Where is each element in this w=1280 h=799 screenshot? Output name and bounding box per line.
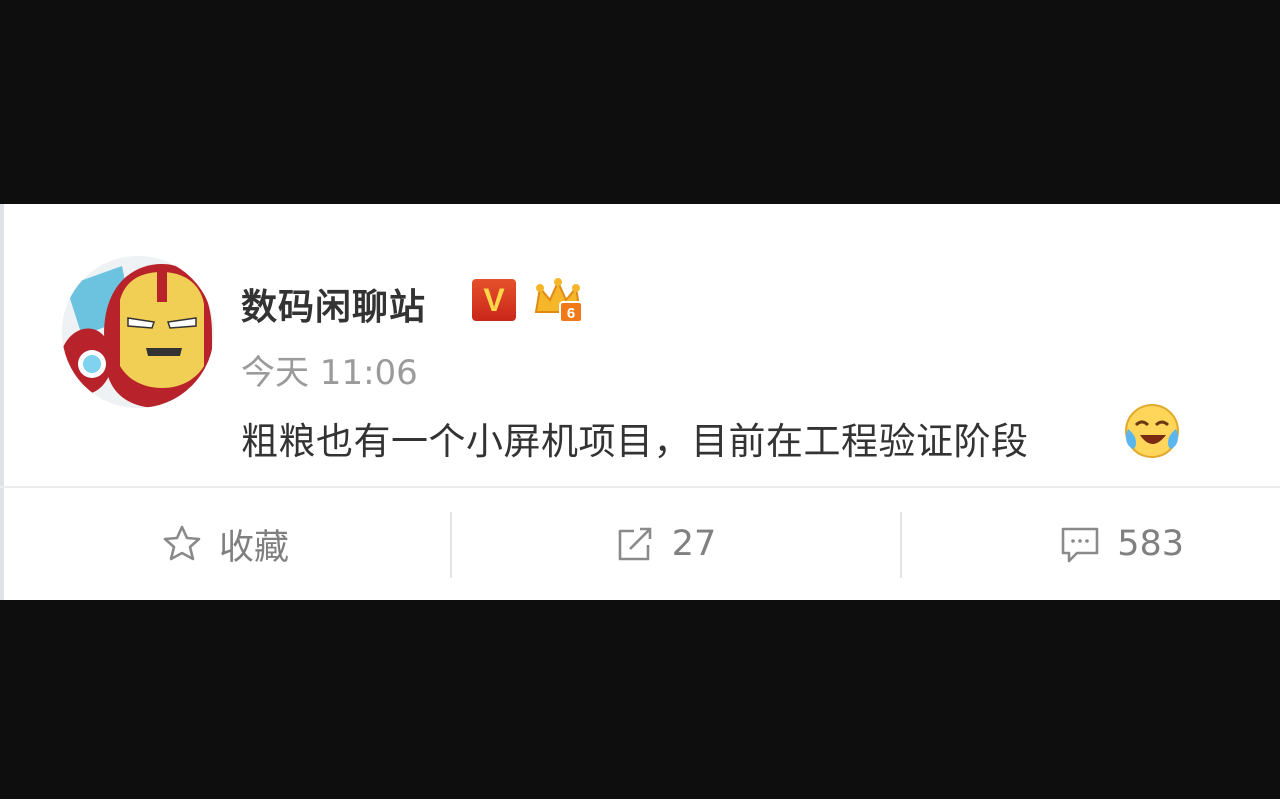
post-content: 粗粮也有一个小屏机项目，目前在工程验证阶段 [241,420,1029,463]
comment-count: 583 [1117,524,1184,564]
post-timestamp[interactable]: 今天 11:06 [241,345,418,394]
repost-count: 27 [671,524,717,564]
verified-badge-icon: V [472,279,516,321]
vip-crown-icon[interactable]: 6 [532,276,584,324]
repost-button[interactable]: 27 [452,488,878,600]
speech-bubble-icon [1059,523,1101,565]
share-arrow-icon [614,523,656,565]
post-action-bar: 收藏 27 583 [0,488,1280,600]
screenshot-stage: 数码闲聊站 V 6 今天 11:06 粗粮也有一个小屏机项目，目前在工程验证阶段 [0,0,1280,799]
avatar[interactable] [62,256,214,408]
star-outline-icon [161,523,203,565]
favorite-button[interactable]: 收藏 [12,488,438,600]
comment-button[interactable]: 583 [902,488,1280,600]
iron-man-avatar-icon [62,256,214,408]
vip-level: 6 [567,305,575,322]
username[interactable]: 数码闲聊站 [241,278,426,330]
favorite-label: 收藏 [218,527,289,568]
cry-laugh-emoji-icon [1124,403,1180,459]
weibo-post-card: 数码闲聊站 V 6 今天 11:06 粗粮也有一个小屏机项目，目前在工程验证阶段 [0,204,1280,600]
